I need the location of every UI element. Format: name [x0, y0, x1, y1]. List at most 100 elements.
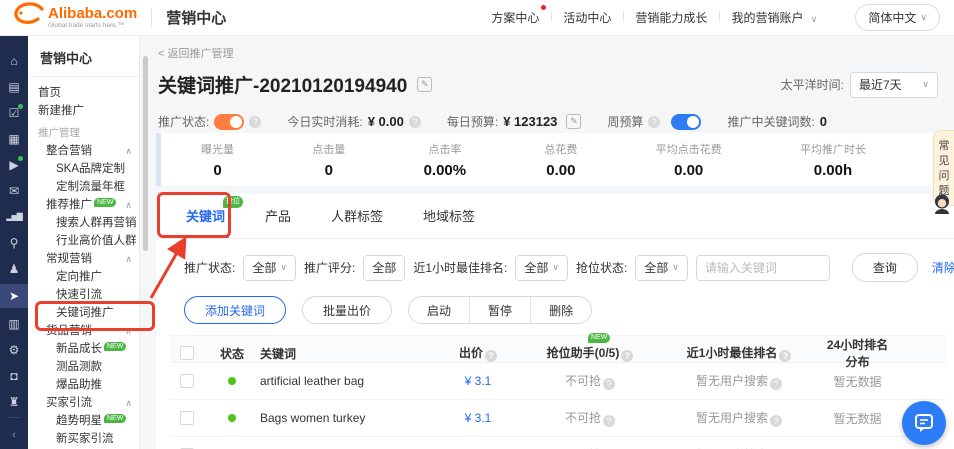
- top-nav-item-label: 我的营销账户: [731, 11, 803, 25]
- help-icon[interactable]: [603, 415, 615, 427]
- top-nav-item[interactable]: 活动中心: [551, 9, 623, 26]
- sidebar-item[interactable]: 首页: [28, 84, 139, 102]
- score-select[interactable]: 全部: [363, 255, 405, 281]
- rail-icon[interactable]: ☑: [0, 102, 28, 123]
- support-avatar-icon[interactable]: [933, 194, 951, 219]
- top-nav-item[interactable]: 营销能力成长: [623, 9, 719, 26]
- chevron-up-icon[interactable]: [125, 196, 132, 214]
- tab[interactable]: 产品: [263, 206, 293, 238]
- rail-icon[interactable]: ♜: [0, 391, 28, 412]
- bid-cell[interactable]: ¥ 3.1: [430, 374, 526, 388]
- sidebar-item[interactable]: 关键词推广: [28, 304, 139, 322]
- sidebar-item[interactable]: 整合营销: [28, 142, 139, 160]
- help-icon[interactable]: [621, 350, 633, 362]
- sidebar-item[interactable]: 快速引流: [28, 286, 139, 304]
- help-icon[interactable]: [603, 378, 615, 390]
- chat-fab[interactable]: [902, 401, 946, 445]
- sidebar-item[interactable]: 新品成长NEW: [28, 340, 139, 358]
- filter-score-label: 推广评分:: [304, 259, 355, 276]
- sidebar-item[interactable]: 测品测款: [28, 358, 139, 376]
- collapse-sidebar-icon[interactable]: ‹: [0, 429, 28, 441]
- sidebar-item[interactable]: 搜索人群再营销: [28, 214, 139, 232]
- row-checkbox[interactable]: [180, 374, 194, 388]
- app-title: 营销中心: [166, 7, 226, 28]
- pause-button[interactable]: 暂停: [469, 297, 530, 323]
- tab[interactable]: 人群标签: [329, 206, 385, 238]
- keyword-search-input[interactable]: [696, 255, 830, 281]
- tab[interactable]: 地域标签: [421, 206, 477, 238]
- alibaba-logo[interactable]: Alibaba.com Global trade starts here.™: [0, 2, 137, 33]
- sidebar-item[interactable]: 新建推广: [28, 102, 139, 120]
- bid-cell[interactable]: ¥ 3.1: [430, 411, 526, 425]
- sidebar-item[interactable]: 货品营销: [28, 322, 139, 340]
- stat-item: 平均推广时长 0.00h: [800, 141, 866, 179]
- help-icon[interactable]: [409, 116, 421, 128]
- edit-title-icon[interactable]: [417, 77, 432, 92]
- sidebar-item[interactable]: 行业高价值人群: [28, 232, 139, 250]
- start-button[interactable]: 启动: [409, 297, 469, 323]
- sidebar-item[interactable]: 新买家引流: [28, 430, 139, 448]
- promo-status-label: 推广状态:: [158, 113, 209, 130]
- rail-icon[interactable]: ♟: [0, 258, 28, 279]
- sidebar-item[interactable]: 爆品助推: [28, 376, 139, 394]
- rail-icon[interactable]: ⚲: [0, 232, 28, 253]
- rail-icon[interactable]: ⚙: [0, 339, 28, 360]
- language-selector[interactable]: 简体中文: [855, 4, 940, 31]
- sidebar-item[interactable]: SKA品牌定制: [28, 160, 139, 178]
- rail-icon[interactable]: ▤: [0, 76, 28, 97]
- time-range-select[interactable]: 最近7天: [850, 72, 938, 98]
- sidebar-item[interactable]: 定向推广: [28, 268, 139, 286]
- scrollbar-thumb[interactable]: [143, 56, 148, 251]
- chevron-up-icon[interactable]: [125, 322, 132, 340]
- promo-status-toggle[interactable]: [214, 114, 244, 130]
- sidebar-item-label: 爆品助推: [56, 379, 102, 391]
- rail-icon[interactable]: ➤: [0, 284, 28, 308]
- best-rank-select[interactable]: 全部: [515, 255, 568, 281]
- daily-budget-label: 每日预算:: [447, 113, 498, 130]
- batch-bid-button[interactable]: 批量出价: [302, 296, 392, 324]
- chevron-up-icon[interactable]: [125, 142, 132, 160]
- select-all-checkbox[interactable]: [180, 346, 194, 360]
- edit-budget-icon[interactable]: [566, 114, 581, 129]
- sidebar-item[interactable]: 定制流量年框: [28, 178, 139, 196]
- top-nav-item[interactable]: 方案中心: [479, 9, 551, 26]
- clear-filters-link[interactable]: 清除所有筛选: [932, 259, 954, 276]
- chevron-up-icon[interactable]: [125, 250, 132, 268]
- stat-label: 平均推广时长: [800, 141, 866, 157]
- help-icon[interactable]: [770, 378, 782, 390]
- help-icon[interactable]: [485, 350, 497, 362]
- query-button[interactable]: 查询: [852, 253, 918, 282]
- sidebar-item[interactable]: 买家引流: [28, 394, 139, 412]
- row-checkbox[interactable]: [180, 411, 194, 425]
- notification-dot: [541, 5, 546, 10]
- help-icon[interactable]: [648, 116, 660, 128]
- chevron-up-icon[interactable]: [125, 394, 132, 412]
- grab-status-select[interactable]: 全部: [635, 255, 688, 281]
- rail-icon[interactable]: ⌂: [0, 50, 28, 71]
- weekly-budget-toggle[interactable]: [671, 114, 701, 130]
- rail-icon[interactable]: ▶: [0, 154, 28, 175]
- col-bid: 出价: [430, 344, 526, 362]
- promo-status-select[interactable]: 全部: [243, 255, 296, 281]
- tab[interactable]: 关键词 抢位: [184, 206, 227, 238]
- rail-icon[interactable]: ▦: [0, 128, 28, 149]
- sidebar-item[interactable]: 推荐推广NEW: [28, 196, 139, 214]
- sidebar-item[interactable]: 趋势明星NEW: [28, 412, 139, 430]
- bulk-actions-group: 启动 暂停 删除: [408, 296, 592, 324]
- rail-icon[interactable]: ▥: [0, 313, 28, 334]
- back-link[interactable]: < 返回推广管理: [140, 36, 954, 61]
- rail-icon[interactable]: ◘: [0, 365, 28, 386]
- rail-icon[interactable]: ✉: [0, 180, 28, 201]
- tab-label: 产品: [265, 209, 291, 224]
- sidebar-item[interactable]: 推广管理: [28, 124, 139, 142]
- help-icon[interactable]: [249, 116, 261, 128]
- sidebar-item[interactable]: 常规营销: [28, 250, 139, 268]
- top-nav-item[interactable]: 我的营销账户: [719, 9, 829, 26]
- sidebar: 营销中心 首页 新建推广 推广管理 整合营销: [28, 36, 140, 449]
- rail-icon[interactable]: ▂▅▇: [0, 206, 28, 227]
- delete-button[interactable]: 删除: [530, 297, 591, 323]
- help-icon[interactable]: [779, 350, 791, 362]
- table-row: Bags women turkey ¥ 3.1 不可抢 暂无用户搜索 暂无数据: [170, 400, 946, 437]
- help-icon[interactable]: [770, 415, 782, 427]
- add-keyword-button[interactable]: 添加关键词: [184, 296, 286, 324]
